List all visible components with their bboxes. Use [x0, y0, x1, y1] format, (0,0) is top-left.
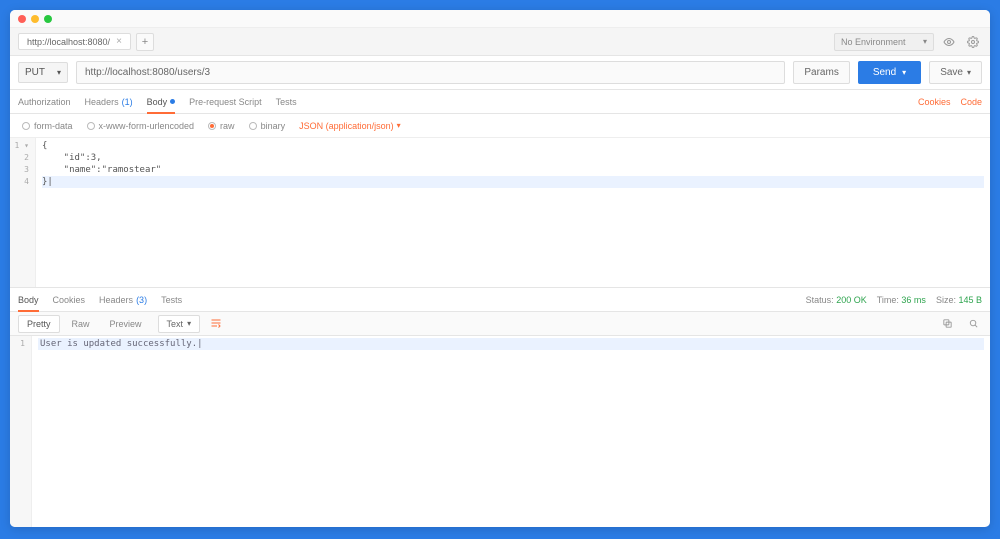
radio-icon: [208, 122, 216, 130]
copy-response-icon[interactable]: [938, 315, 956, 333]
environment-select[interactable]: No Environment ▾: [834, 33, 934, 51]
response-status-bar: Status: 200 OK Time: 36 ms Size: 145 B: [806, 295, 982, 305]
radio-label: raw: [220, 121, 235, 131]
radio-form-data[interactable]: form-data: [22, 121, 73, 131]
tab-authorization[interactable]: Authorization: [18, 92, 71, 112]
tab-strip: http://localhost:8080/ × + No Environmen…: [10, 28, 990, 56]
radio-label: binary: [261, 121, 286, 131]
http-method-label: PUT: [25, 67, 45, 78]
line-number: 1 ▾: [10, 140, 29, 152]
code-line: {: [42, 140, 984, 152]
tab-headers-label: Headers: [85, 97, 119, 107]
maximize-window-button[interactable]: [44, 15, 52, 23]
response-gutter: 1: [10, 336, 32, 527]
response-line: User is updated successfully.|: [38, 338, 984, 350]
request-tab[interactable]: http://localhost:8080/ ×: [18, 33, 131, 50]
line-number: 3: [10, 164, 29, 176]
response-view-toolbar: Pretty Raw Preview Text ▾: [10, 312, 990, 336]
response-body-viewer[interactable]: 1 User is updated successfully.|: [10, 336, 990, 527]
time-value: 36 ms: [901, 295, 926, 305]
code-link[interactable]: Code: [960, 97, 982, 107]
environment-label: No Environment: [841, 37, 906, 47]
editor-content[interactable]: { "id":3, "name":"ramostear" }|: [36, 138, 990, 287]
response-tab-headers[interactable]: Headers (3): [99, 290, 147, 310]
send-button[interactable]: Send ▾: [858, 61, 921, 84]
chevron-down-icon: ▾: [397, 121, 401, 130]
radio-raw[interactable]: raw: [208, 121, 235, 131]
environment-quicklook-icon[interactable]: [940, 33, 958, 51]
window-titlebar: [10, 10, 990, 28]
body-type-row: form-data x-www-form-urlencoded raw bina…: [10, 114, 990, 138]
line-number: 2: [10, 152, 29, 164]
chevron-down-icon: ▾: [923, 37, 927, 46]
tab-headers-count: (1): [122, 97, 133, 107]
add-tab-button[interactable]: +: [136, 33, 154, 51]
time-label: Time: 36 ms: [877, 295, 926, 305]
response-tab-headers-count: (3): [136, 295, 147, 305]
line-number: 1: [10, 338, 25, 350]
content-type-select[interactable]: JSON (application/json) ▾: [299, 121, 401, 131]
save-button-label: Save: [940, 67, 963, 78]
search-response-icon[interactable]: [964, 315, 982, 333]
tab-prerequest-script[interactable]: Pre-request Script: [189, 92, 262, 112]
radio-label: x-www-form-urlencoded: [99, 121, 195, 131]
code-line: "id":3,: [42, 152, 984, 164]
status-label: Status: 200 OK: [806, 295, 867, 305]
tab-headers[interactable]: Headers (1): [85, 92, 133, 112]
view-pretty[interactable]: Pretty: [18, 315, 60, 333]
close-tab-icon[interactable]: ×: [116, 36, 122, 47]
response-section-tabs: Body Cookies Headers (3) Tests Status: 2…: [10, 288, 990, 312]
settings-icon[interactable]: [964, 33, 982, 51]
response-content: User is updated successfully.|: [32, 336, 990, 527]
size-value: 145 B: [958, 295, 982, 305]
request-bar: PUT ▾ Params Send ▾ Save ▾: [10, 56, 990, 90]
tab-body[interactable]: Body: [147, 92, 176, 114]
app-window: http://localhost:8080/ × + No Environmen…: [10, 10, 990, 527]
unsaved-indicator-icon: [170, 99, 175, 104]
response-tab-body[interactable]: Body: [18, 290, 39, 312]
radio-binary[interactable]: binary: [249, 121, 286, 131]
response-tab-tests[interactable]: Tests: [161, 290, 182, 310]
request-section-tabs: Authorization Headers (1) Body Pre-reque…: [10, 90, 990, 114]
send-button-label: Send: [873, 67, 896, 78]
radio-icon: [87, 122, 95, 130]
code-line: "name":"ramostear": [42, 164, 984, 176]
status-value: 200 OK: [836, 295, 867, 305]
radio-label: form-data: [34, 121, 73, 131]
close-window-button[interactable]: [18, 15, 26, 23]
minimize-window-button[interactable]: [31, 15, 39, 23]
wrap-lines-icon[interactable]: [210, 317, 222, 331]
response-tab-headers-label: Headers: [99, 295, 133, 305]
response-format-label: Text: [167, 319, 184, 329]
chevron-down-icon: ▾: [902, 68, 906, 77]
response-format-select[interactable]: Text ▾: [158, 315, 201, 333]
chevron-down-icon: ▾: [967, 68, 971, 77]
save-button[interactable]: Save ▾: [929, 61, 982, 84]
content-type-label: JSON (application/json): [299, 121, 394, 131]
chevron-down-icon: ▾: [187, 319, 191, 328]
cookies-link[interactable]: Cookies: [918, 97, 951, 107]
radio-xwww[interactable]: x-www-form-urlencoded: [87, 121, 195, 131]
params-button[interactable]: Params: [793, 61, 849, 84]
url-input[interactable]: [76, 61, 785, 84]
view-preview[interactable]: Preview: [102, 316, 150, 332]
request-body-editor[interactable]: 1 ▾ 2 3 4 { "id":3, "name":"ramostear" }…: [10, 138, 990, 288]
radio-icon: [22, 122, 30, 130]
size-label: Size: 145 B: [936, 295, 982, 305]
radio-icon: [249, 122, 257, 130]
chevron-down-icon: ▾: [57, 68, 61, 77]
code-line: }|: [42, 176, 984, 188]
line-number: 4: [10, 176, 29, 188]
response-tab-cookies[interactable]: Cookies: [53, 290, 86, 310]
tab-tests[interactable]: Tests: [276, 92, 297, 112]
request-tab-label: http://localhost:8080/: [27, 37, 110, 47]
http-method-select[interactable]: PUT ▾: [18, 62, 68, 83]
tab-body-label: Body: [147, 97, 168, 107]
editor-gutter: 1 ▾ 2 3 4: [10, 138, 36, 287]
view-raw[interactable]: Raw: [64, 316, 98, 332]
